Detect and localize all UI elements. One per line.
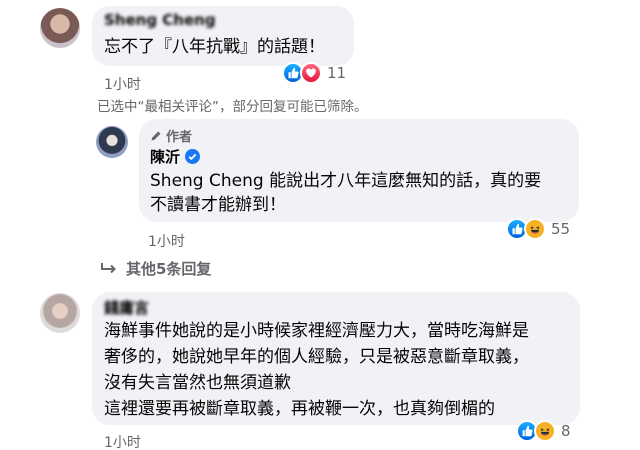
- avatar[interactable]: [96, 126, 128, 158]
- more-replies-label: 其他5条回复: [126, 260, 212, 278]
- comment-author[interactable]: 陳沂: [150, 146, 180, 167]
- author-badge: 作者: [150, 126, 192, 145]
- comment-time[interactable]: 1小时: [148, 231, 185, 251]
- comment-time[interactable]: 1小时: [104, 74, 141, 94]
- comment-text: 海鮮事件她說的是小時候家裡經濟壓力大，當時吃海鮮是: [104, 321, 529, 341]
- reaction-count: 11: [327, 64, 347, 82]
- more-replies-link[interactable]: 其他5条回复: [100, 258, 211, 279]
- reaction-summary[interactable]: 55: [506, 216, 570, 242]
- haha-icon: [524, 218, 546, 240]
- reaction-summary[interactable]: 11: [282, 60, 346, 86]
- comment-text: 忘不了『八年抗戰』的話題！: [104, 37, 325, 57]
- haha-icon: [534, 420, 556, 442]
- pencil-icon: [151, 131, 161, 140]
- filter-notice: 已选中“最相关评论”，部分回复可能已筛除。: [97, 99, 368, 115]
- comment-text: Sheng Cheng 能說出才八年這麼無知的話，真的要: [150, 171, 542, 191]
- verified-badge-icon: [185, 149, 201, 164]
- comment-text: 奢侈的，她說她早年的個人經驗，只是被惡意斷章取義，: [104, 347, 529, 367]
- comment-text: 沒有失言當然也無須道歉: [104, 373, 291, 393]
- love-icon: [300, 62, 322, 84]
- reaction-summary[interactable]: 8: [516, 418, 571, 444]
- reaction-count: 8: [561, 422, 571, 440]
- avatar[interactable]: [40, 8, 80, 48]
- reaction-count: 55: [551, 220, 571, 238]
- comment-text: 不讀書才能辦到！: [150, 195, 286, 215]
- avatar[interactable]: [40, 293, 80, 333]
- reply-arrow-icon: [101, 262, 116, 273]
- comment-time[interactable]: 1小时: [104, 432, 141, 450]
- author-row: 陳沂: [150, 146, 201, 167]
- comment-text: 這裡還要再被斷章取義，再被鞭一次，也真夠倒楣的: [104, 399, 495, 419]
- comment-author[interactable]: 錢庸言: [104, 297, 149, 318]
- comment-author[interactable]: Sheng Cheng: [104, 11, 216, 29]
- author-badge-label: 作者: [166, 130, 193, 145]
